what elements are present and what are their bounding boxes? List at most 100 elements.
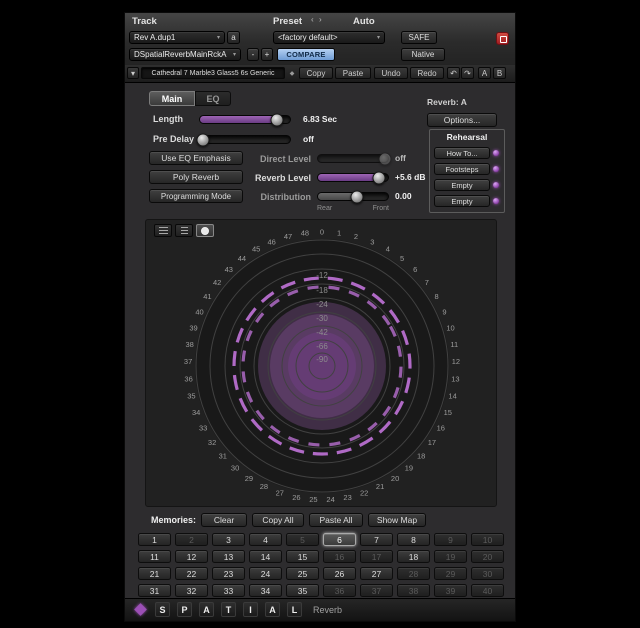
memory-cell-39[interactable]: 39 (434, 584, 467, 597)
memory-cell-17[interactable]: 17 (360, 550, 393, 563)
swap-right-icon[interactable]: ↷ (461, 67, 474, 79)
preset-next-icon[interactable]: › (319, 15, 322, 24)
svg-text:15: 15 (444, 408, 452, 417)
reverb-level-knob[interactable] (372, 171, 385, 184)
memory-cell-10[interactable]: 10 (471, 533, 504, 546)
memory-cell-22[interactable]: 22 (175, 567, 208, 580)
distribution-knob[interactable] (350, 190, 363, 203)
direct-level-slider[interactable] (317, 154, 389, 163)
memory-cell-37[interactable]: 37 (360, 584, 393, 597)
copy-button[interactable]: Copy (299, 67, 333, 79)
length-slider[interactable] (199, 115, 291, 124)
compare-minus-button[interactable]: - (247, 48, 259, 61)
memory-cell-21[interactable]: 21 (138, 567, 171, 580)
memories-paste-all-button[interactable]: Paste All (309, 513, 363, 527)
auto-suffix-button[interactable]: a (227, 31, 240, 44)
setting-a-button[interactable]: A (478, 67, 491, 79)
rehearsal-led-2[interactable] (493, 166, 499, 172)
memory-cell-32[interactable]: 32 (175, 584, 208, 597)
memory-cell-36[interactable]: 36 (323, 584, 356, 597)
compare-plus-button[interactable]: + (261, 48, 273, 61)
memory-cell-15[interactable]: 15 (286, 550, 319, 563)
chevron-down-icon: ▾ (377, 34, 380, 41)
preset-prev-icon[interactable]: ‹ (311, 15, 314, 24)
memory-cell-30[interactable]: 30 (471, 567, 504, 580)
memory-cell-28[interactable]: 28 (397, 567, 430, 580)
memory-cell-40[interactable]: 40 (471, 584, 504, 597)
svg-text:16: 16 (437, 424, 445, 433)
memory-cell-4[interactable]: 4 (249, 533, 282, 546)
rehearsal-button-4[interactable]: Empty (434, 195, 490, 207)
memory-cell-3[interactable]: 3 (212, 533, 245, 546)
memory-cell-20[interactable]: 20 (471, 550, 504, 563)
memory-cell-13[interactable]: 13 (212, 550, 245, 563)
length-knob[interactable] (270, 113, 283, 126)
plugin-selector[interactable]: DSpatialReverbMainRckA ▾ (129, 48, 241, 61)
memory-cell-26[interactable]: 26 (323, 567, 356, 580)
programming-mode-button[interactable]: Programming Mode (149, 189, 243, 203)
memory-cell-14[interactable]: 14 (249, 550, 282, 563)
native-button[interactable]: Native (401, 48, 445, 61)
rehearsal-button-2[interactable]: Footsteps (434, 163, 490, 175)
memory-cell-29[interactable]: 29 (434, 567, 467, 580)
memory-cell-1[interactable]: 1 (138, 533, 171, 546)
memory-cell-31[interactable]: 31 (138, 584, 171, 597)
direct-level-knob[interactable] (379, 152, 392, 165)
options-button[interactable]: Options... (427, 113, 497, 127)
tab-eq[interactable]: EQ (195, 91, 231, 106)
pre-delay-knob[interactable] (196, 133, 209, 146)
poly-reverb-button[interactable]: Poly Reverb (149, 170, 243, 184)
swap-left-icon[interactable]: ↶ (447, 67, 460, 79)
redo-button[interactable]: Redo (410, 67, 444, 79)
memory-cell-6[interactable]: 6 (323, 533, 356, 546)
memory-cell-16[interactable]: 16 (323, 550, 356, 563)
spatial-polar-plot[interactable]: -12-18-24-30-42-66-900123456789101112131… (146, 226, 498, 508)
rehearsal-led-1[interactable] (493, 150, 499, 156)
rehearsal-button-3[interactable]: Empty (434, 179, 490, 191)
memories-copy-all-button[interactable]: Copy All (252, 513, 304, 527)
pre-delay-label: Pre Delay (153, 134, 194, 144)
memory-cell-19[interactable]: 19 (434, 550, 467, 563)
rehearsal-led-4[interactable] (493, 198, 499, 204)
use-eq-emphasis-button[interactable]: Use EQ Emphasis (149, 151, 243, 165)
memories-clear-button[interactable]: Clear (201, 513, 247, 527)
distribution-slider[interactable] (317, 192, 389, 201)
memory-cell-8[interactable]: 8 (397, 533, 430, 546)
memory-cell-18[interactable]: 18 (397, 550, 430, 563)
undo-button[interactable]: Undo (374, 67, 408, 79)
memory-cell-2[interactable]: 2 (175, 533, 208, 546)
memory-cell-11[interactable]: 11 (138, 550, 171, 563)
settings-menu-caret-icon[interactable]: ▾ (127, 67, 139, 79)
paste-button[interactable]: Paste (335, 67, 371, 79)
plugin-name: DSpatialReverbMainRckA (134, 50, 226, 59)
memory-cell-23[interactable]: 23 (212, 567, 245, 580)
pre-delay-slider[interactable] (199, 135, 291, 144)
memory-cell-35[interactable]: 35 (286, 584, 319, 597)
memory-cell-5[interactable]: 5 (286, 533, 319, 546)
svg-text:38: 38 (186, 340, 194, 349)
memory-cell-25[interactable]: 25 (286, 567, 319, 580)
reverb-level-slider[interactable] (317, 173, 389, 182)
memory-cell-12[interactable]: 12 (175, 550, 208, 563)
track-selector[interactable]: Rev A.dup1 ▾ (129, 31, 225, 44)
memory-cell-24[interactable]: 24 (249, 567, 282, 580)
svg-text:14: 14 (448, 391, 456, 400)
rehearsal-led-3[interactable] (493, 182, 499, 188)
rehearsal-button-1[interactable]: How To... (434, 147, 490, 159)
tab-main[interactable]: Main (149, 91, 195, 106)
memory-cell-9[interactable]: 9 (434, 533, 467, 546)
memory-cell-27[interactable]: 27 (360, 567, 393, 580)
memory-cell-7[interactable]: 7 (360, 533, 393, 546)
setting-b-button[interactable]: B (493, 67, 506, 79)
compare-button[interactable]: COMPARE (277, 48, 335, 61)
memory-cell-34[interactable]: 34 (249, 584, 282, 597)
preset-selector[interactable]: <factory default> ▾ (273, 31, 385, 44)
brand-letter-4: T (221, 602, 236, 617)
auto-safe-button[interactable]: SAFE (401, 31, 437, 44)
setting-name[interactable]: Cathedral 7 Marble3 Glass5 6s Generic (141, 67, 285, 79)
memory-cell-33[interactable]: 33 (212, 584, 245, 597)
target-icon[interactable] (496, 32, 509, 45)
memory-cell-38[interactable]: 38 (397, 584, 430, 597)
memories-show-map-button[interactable]: Show Map (368, 513, 426, 527)
direct-level-label: Direct Level (245, 154, 311, 164)
